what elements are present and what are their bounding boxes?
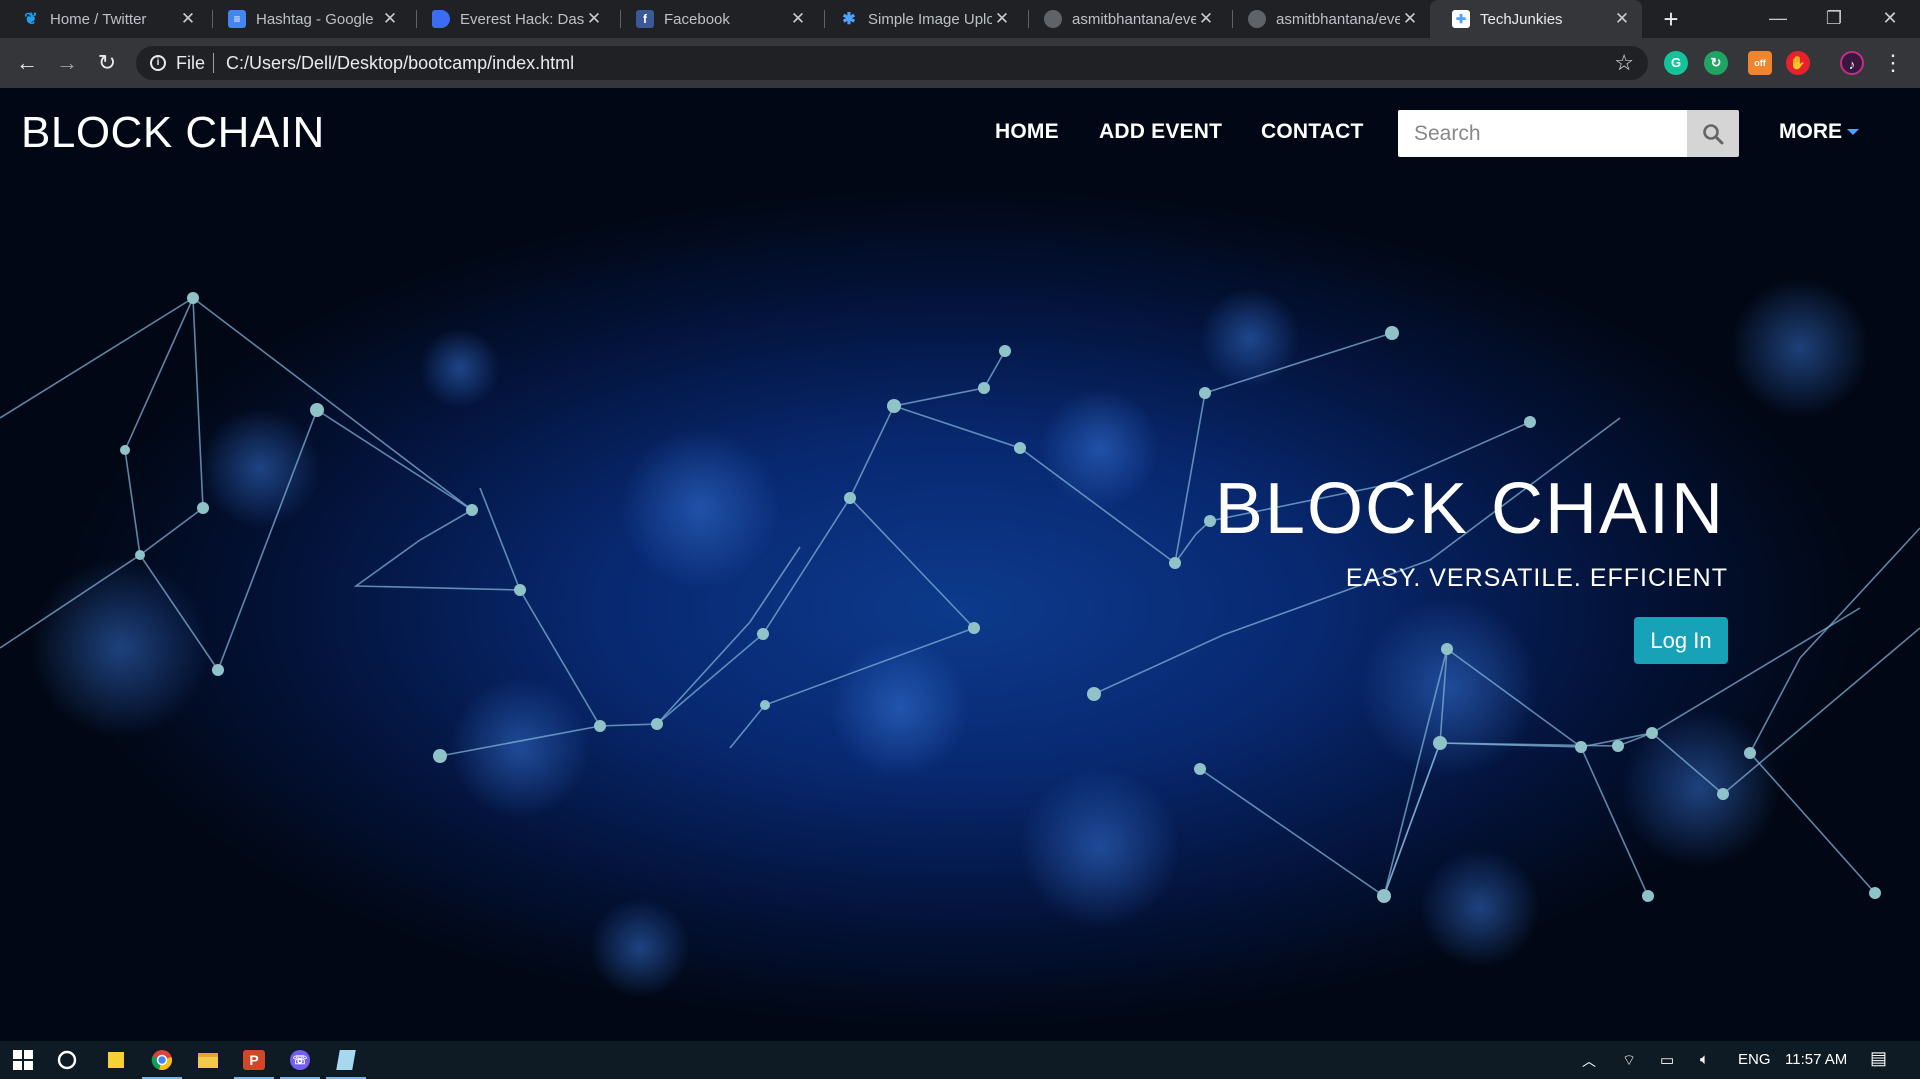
address-scheme: File: [176, 52, 206, 73]
nav-add-event[interactable]: ADD EVENT: [1099, 120, 1222, 144]
close-window-button[interactable]: ✕: [1860, 0, 1920, 38]
search-input[interactable]: [1398, 110, 1687, 157]
language-indicator[interactable]: ENG: [1738, 1051, 1771, 1068]
search-button[interactable]: [1687, 110, 1739, 157]
github-icon: [1248, 10, 1266, 28]
tab-facebook[interactable]: f Facebook ✕: [614, 0, 818, 38]
hero-title: BLOCK CHAIN: [1214, 469, 1725, 549]
site-brand[interactable]: BLOCK CHAIN: [21, 108, 325, 158]
volume-icon[interactable]: 🔈︎: [1700, 1051, 1709, 1068]
sticky-notes-icon[interactable]: [103, 1047, 129, 1073]
tab-simple-image-upload[interactable]: ✱ Simple Image Uplo ✕: [818, 0, 1022, 38]
profile-avatar[interactable]: ♪: [1840, 51, 1864, 75]
powerpoint-icon[interactable]: P: [241, 1047, 267, 1073]
address-bar[interactable]: i File C:/Users/Dell/Desktop/bootcamp/in…: [136, 46, 1648, 80]
search-form: [1398, 110, 1739, 157]
clock[interactable]: 11:57 AM: [1785, 1051, 1847, 1068]
back-button[interactable]: ←: [10, 46, 44, 80]
tab-title: asmitbhantana/eve: [1276, 10, 1400, 28]
notification-center-icon[interactable]: ▤: [1870, 1048, 1887, 1069]
wifi-icon[interactable]: ⌔: [1622, 1051, 1636, 1070]
forward-button[interactable]: →: [50, 46, 84, 80]
new-tab-button[interactable]: +: [1656, 4, 1686, 34]
facebook-icon: f: [636, 10, 654, 28]
tab-title: Facebook: [664, 10, 730, 28]
close-tab-icon[interactable]: ✕: [178, 9, 198, 29]
page-viewport: BLOCK CHAIN HOME ADD EVENT CONTACT MORE …: [0, 88, 1920, 1041]
cortana-search-icon[interactable]: [54, 1047, 80, 1073]
everest-hack-icon: [432, 10, 450, 28]
nav-contact[interactable]: CONTACT: [1261, 120, 1364, 144]
techjunkies-icon: ✚: [1452, 10, 1470, 28]
show-hidden-icons-chevron-icon[interactable]: ︿: [1582, 1051, 1596, 1071]
adblock-extension-icon[interactable]: ✋: [1786, 51, 1810, 75]
close-tab-icon[interactable]: ✕: [1612, 9, 1632, 29]
tab-techjunkies[interactable]: ✚ TechJunkies ✕: [1430, 0, 1642, 38]
address-divider: [213, 53, 215, 73]
close-tab-icon[interactable]: ✕: [992, 9, 1012, 29]
windows-start-icon[interactable]: [10, 1047, 36, 1073]
hero-subtitle: EASY. VERSATILE. EFFICIENT: [1345, 564, 1728, 592]
bookmark-star-icon[interactable]: ☆: [1614, 50, 1634, 76]
tab-title: Home / Twitter: [50, 10, 147, 28]
browser-tab-bar: ❦ Home / Twitter ✕ ≡ Hashtag - Google ✕ …: [0, 0, 1920, 38]
menu-kebab-icon[interactable]: ⋮: [1876, 46, 1910, 80]
tab-title: TechJunkies: [1480, 10, 1563, 28]
notepad-icon[interactable]: [333, 1047, 359, 1073]
browser-toolbar: ← → ↻ i File C:/Users/Dell/Desktop/bootc…: [0, 38, 1920, 88]
google-docs-icon: ≡: [228, 10, 246, 28]
twitter-icon: ❦: [24, 11, 38, 28]
tab-github-2[interactable]: asmitbhantana/eve ✕: [1226, 0, 1430, 38]
close-tab-icon[interactable]: ✕: [1196, 9, 1216, 29]
search-icon: [1703, 123, 1724, 144]
close-tab-icon[interactable]: ✕: [380, 9, 400, 29]
tab-title: Hashtag - Google: [256, 10, 374, 28]
viber-icon[interactable]: ☏: [287, 1047, 313, 1073]
tab-title: asmitbhantana/eve: [1072, 10, 1196, 28]
tab-hashtag-google[interactable]: ≡ Hashtag - Google ✕: [206, 0, 410, 38]
reload-button[interactable]: ↻: [90, 46, 124, 80]
minimize-button[interactable]: —: [1748, 0, 1808, 38]
address-url: C:/Users/Dell/Desktop/bootcamp/index.htm…: [226, 52, 575, 73]
tab-twitter[interactable]: ❦ Home / Twitter ✕: [0, 0, 208, 38]
more-dropdown[interactable]: MORE: [1779, 120, 1859, 144]
close-tab-icon[interactable]: ✕: [1400, 9, 1420, 29]
battery-icon[interactable]: ▭: [1660, 1051, 1674, 1069]
github-icon: [1044, 10, 1062, 28]
coupon-extension-icon[interactable]: off: [1748, 51, 1772, 75]
site-navbar: BLOCK CHAIN HOME ADD EVENT CONTACT MORE: [0, 88, 1920, 178]
login-button[interactable]: Log In: [1634, 617, 1728, 664]
info-icon[interactable]: i: [150, 55, 166, 71]
windows-taskbar: P ☏ ︿ ⌔ ▭ 🔈︎ ENG 11:57 AM ▤: [0, 1041, 1920, 1079]
nav-home[interactable]: HOME: [995, 120, 1059, 144]
tab-title: Simple Image Uplo: [868, 10, 992, 28]
caret-down-icon: [1847, 129, 1859, 136]
restore-button[interactable]: ❐: [1804, 0, 1864, 38]
close-tab-icon[interactable]: ✕: [584, 9, 604, 29]
sync-extension-icon[interactable]: ↻: [1704, 51, 1728, 75]
close-tab-icon[interactable]: ✕: [788, 9, 808, 29]
more-label: MORE: [1779, 120, 1842, 143]
tab-everest-hack[interactable]: Everest Hack: Dash ✕: [410, 0, 614, 38]
tab-github-1[interactable]: asmitbhantana/eve ✕: [1022, 0, 1226, 38]
grammarly-extension-icon[interactable]: G: [1664, 51, 1688, 75]
chrome-icon[interactable]: [149, 1047, 175, 1073]
file-explorer-icon[interactable]: [195, 1047, 221, 1073]
tab-title: Everest Hack: Dash: [460, 10, 584, 28]
loading-spinner-icon: ✱: [842, 11, 856, 28]
